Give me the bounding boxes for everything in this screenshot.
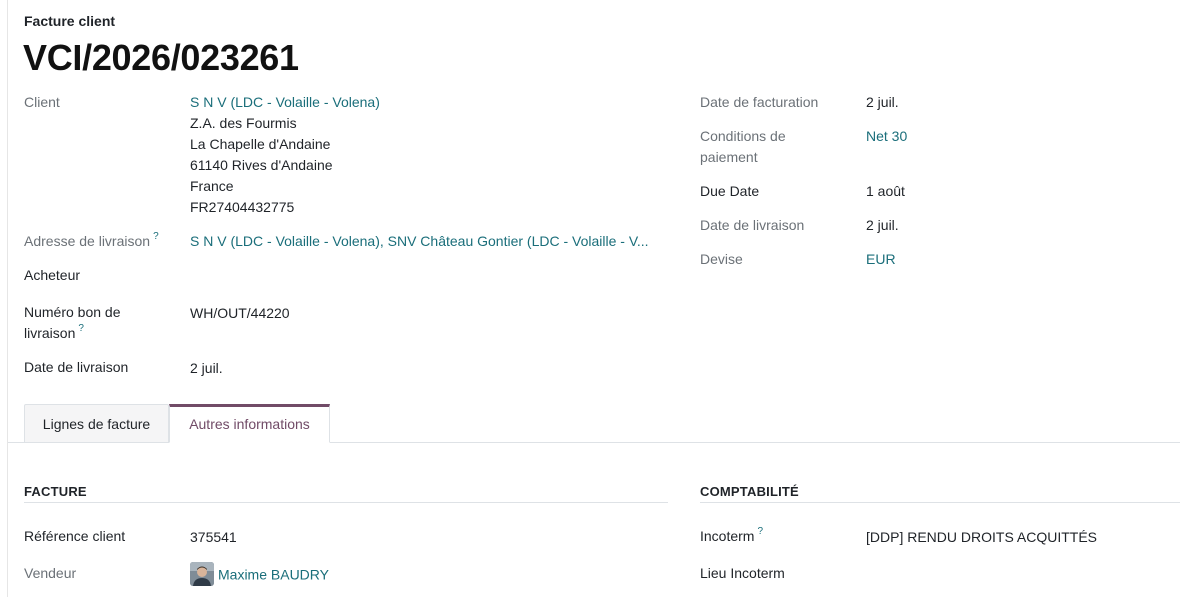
buyer-label: Acheteur: [24, 267, 81, 283]
delivery-note-value: WH/OUT/44220: [190, 305, 290, 321]
salesperson-link[interactable]: Maxime BAUDRY: [218, 567, 329, 583]
address-line: Z.A. des Fourmis: [190, 115, 297, 131]
payment-terms-label-line2: paiement: [700, 149, 758, 165]
vat-number: FR27404432775: [190, 199, 295, 215]
document-type: Facture client: [24, 13, 116, 29]
invoice-date-value: 2 juil.: [866, 94, 899, 110]
client-label: Client: [24, 94, 60, 110]
help-icon[interactable]: ?: [757, 526, 763, 537]
delivery-date-label: Date de livraison: [24, 359, 129, 375]
invoice-section-title: FACTURE: [24, 484, 87, 499]
delivery-date-value: 2 juil.: [190, 360, 223, 376]
incoterm-place-label: Lieu Incoterm: [700, 565, 785, 581]
help-icon[interactable]: ?: [78, 323, 84, 334]
currency-link[interactable]: EUR: [866, 249, 896, 270]
address-line: 61140 Rives d'Andaine: [190, 157, 333, 173]
client-link[interactable]: S N V (LDC - Volaille - Volena): [190, 92, 380, 113]
section-divider: [700, 502, 1180, 503]
invoice-number: VCI/2026/023261: [23, 37, 299, 78]
due-date-label: Due Date: [700, 183, 760, 199]
delivery-date-label-right: Date de livraison: [700, 217, 805, 233]
delivery-note-label: Numéro bon de: [24, 304, 121, 320]
currency-label: Devise: [700, 251, 743, 267]
incoterm-label: Incoterm?: [700, 526, 764, 544]
avatar: [190, 562, 214, 586]
payment-terms-label: Conditions de: [700, 128, 786, 144]
payment-terms-link[interactable]: Net 30: [866, 126, 907, 147]
tab-invoice-lines[interactable]: Lignes de facture: [24, 404, 169, 442]
delivery-address-label: Adresse de livraison?: [24, 231, 159, 249]
invoice-form: Facture client VCI/2026/023261 Client S …: [0, 0, 1180, 597]
customer-reference-value: 375541: [190, 529, 237, 545]
help-icon[interactable]: ?: [153, 231, 159, 242]
left-border: [7, 0, 8, 597]
salesperson-field[interactable]: Maxime BAUDRY: [190, 562, 329, 588]
delivery-date-value-right: 2 juil.: [866, 217, 899, 233]
delivery-address-link[interactable]: S N V (LDC - Volaille - Volena), SNV Châ…: [190, 231, 662, 252]
incoterm-value: [DDP] RENDU DROITS ACQUITTÉS: [866, 529, 1098, 545]
salesperson-label: Vendeur: [24, 565, 77, 581]
tab-other-info[interactable]: Autres informations: [169, 404, 330, 443]
delivery-note-label-line2: livraison?: [24, 323, 84, 341]
address-line: La Chapelle d'Andaine: [190, 136, 331, 152]
customer-reference-label: Référence client: [24, 528, 126, 544]
accounting-section-title: COMPTABILITÉ: [700, 484, 799, 499]
due-date-value: 1 août: [866, 183, 905, 199]
section-divider: [24, 502, 668, 503]
invoice-date-label: Date de facturation: [700, 94, 819, 110]
address-line: France: [190, 178, 234, 194]
